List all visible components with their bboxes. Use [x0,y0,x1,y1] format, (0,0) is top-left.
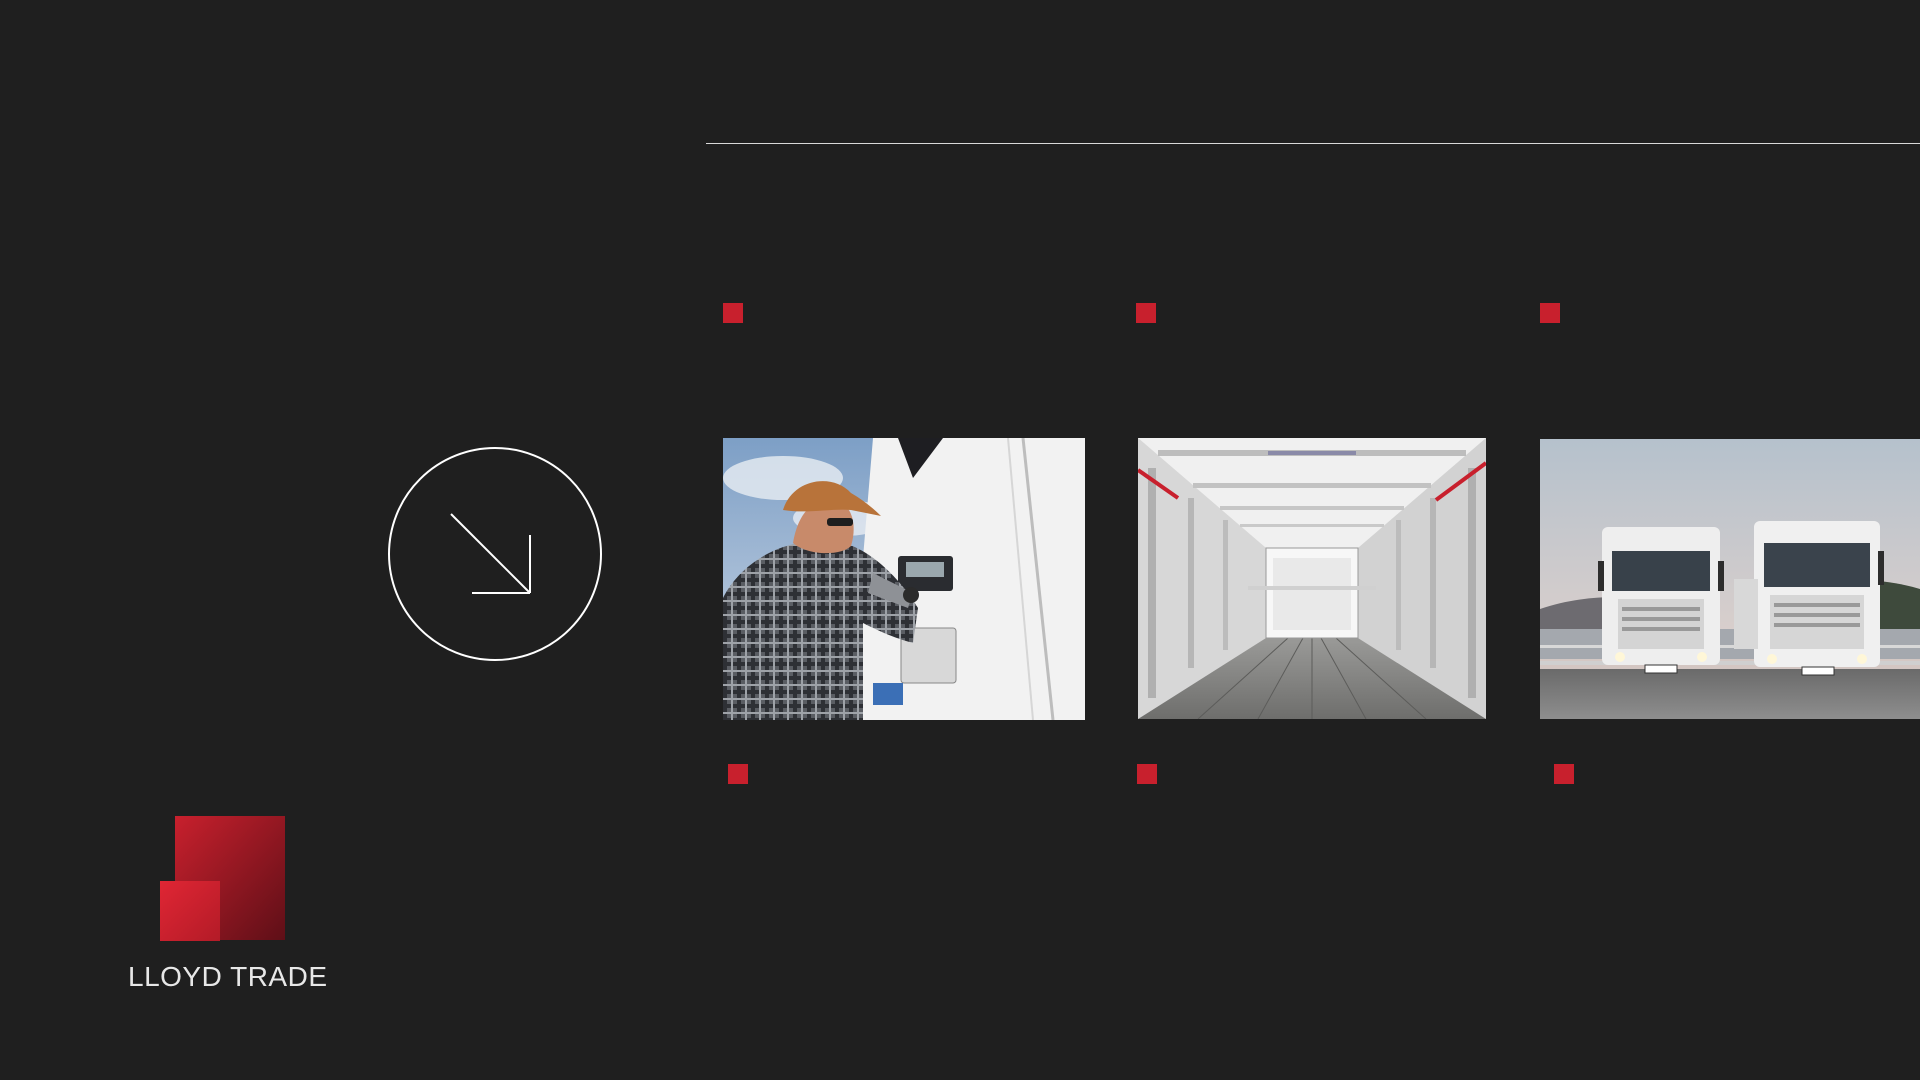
card-image-trucks [1540,439,1920,719]
marker-bottom-3 [1554,764,1574,784]
next-button[interactable] [388,447,602,661]
card-image-trailer-interior [1138,438,1486,719]
marker-top-3 [1540,303,1560,323]
brand-name: LLOYD TRADE [128,961,328,992]
marker-top-2 [1136,303,1156,323]
marker-bottom-1 [728,764,748,784]
top-divider [706,143,1920,144]
card-image-technician [723,438,1085,720]
marker-bottom-2 [1137,764,1157,784]
slide: LLOYD TRADE [0,0,1920,1080]
lloyd-trade-logo-icon [160,816,285,941]
arrow-down-right-icon [450,513,531,594]
marker-top-1 [723,303,743,323]
brand-logo: LLOYD TRADE [120,816,330,996]
